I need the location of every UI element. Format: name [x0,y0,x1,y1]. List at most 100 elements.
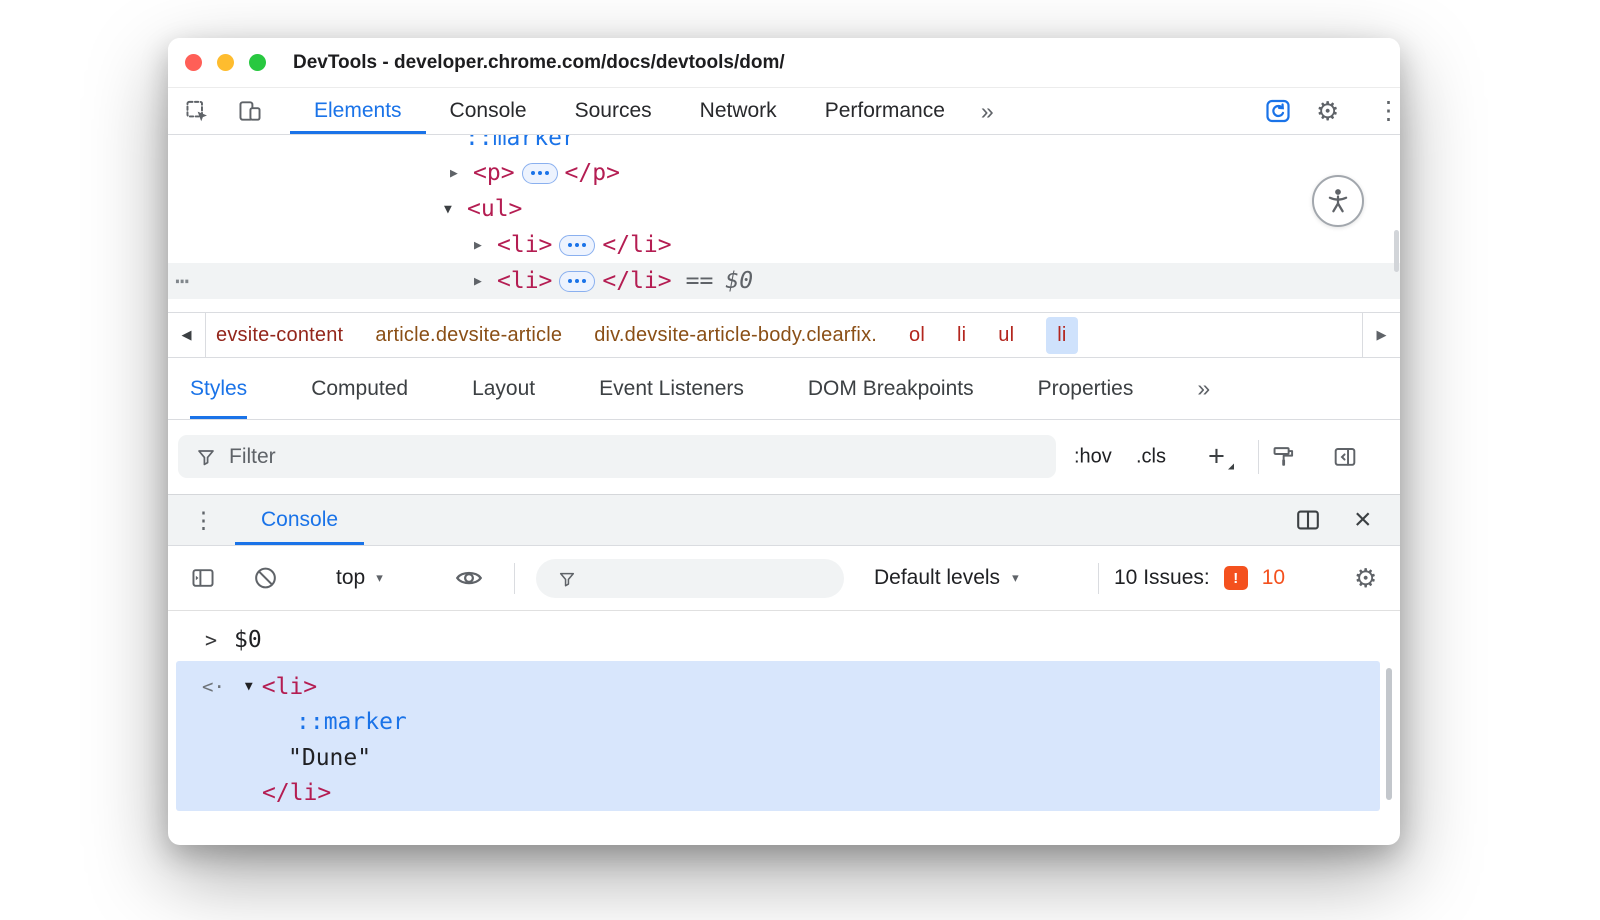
expand-arrow-icon[interactable]: ▶ [450,166,465,181]
issue-warning-icon: ! [1224,566,1248,590]
devtools-window: DevTools - developer.chrome.com/docs/dev… [168,38,1400,845]
issues-label: 10 Issues: [1114,566,1210,590]
dom-node-li[interactable]: ▶ <li> </li> [168,227,1400,263]
execution-context-selector[interactable]: top ▾ [336,566,383,590]
breadcrumb-scroll-left-button[interactable]: ◀ [168,313,206,357]
drawer-tab-console[interactable]: Console [235,495,364,545]
open-tag: <p> [473,160,515,186]
console-command-line[interactable]: > $0 [168,623,1400,657]
window-title: DevTools - developer.chrome.com/docs/dev… [293,52,785,74]
console-output: > $0 <· ▼ <li> ::marker "Dune" </li> [168,611,1400,845]
rendering-brush-icon[interactable] [1270,444,1296,470]
breadcrumb-bar: ◀ evsite-content article.devsite-article… [168,312,1400,358]
divider [1098,563,1099,594]
expand-arrow-icon[interactable]: ▶ [474,238,489,253]
console-filter-field[interactable] [536,559,844,598]
toggle-element-state-button[interactable]: :hov [1074,446,1112,469]
device-toolbar-icon[interactable] [236,97,264,125]
panel-tabs: Elements Console Sources Network Perform… [290,88,969,134]
console-sidebar-icon[interactable] [190,565,216,591]
close-tag: </li> [602,232,671,258]
tab-styles[interactable]: Styles [190,358,247,419]
breadcrumb-item[interactable]: article.devsite-article [375,324,562,347]
new-style-rule-button[interactable]: + [1208,441,1225,474]
result-line: </li> [176,776,1380,812]
inspect-element-icon[interactable] [183,97,211,125]
open-tag: <li> [497,232,552,258]
collapse-arrow-icon[interactable]: ▼ [245,679,253,694]
log-levels-selector[interactable]: Default levels ▾ [874,566,1019,590]
return-value-icon: <· [202,676,225,698]
kebab-menu-icon[interactable]: ⋮ [1376,99,1400,124]
close-drawer-icon[interactable]: × [1354,505,1372,535]
breadcrumb-item-selected[interactable]: li [1046,317,1077,354]
tab-computed[interactable]: Computed [311,358,408,419]
open-tag: <li> [497,268,552,294]
chevron-down-icon: ▾ [376,570,383,586]
breadcrumb-item[interactable]: ol [909,324,925,347]
element-classes-button[interactable]: .cls [1136,446,1166,469]
collapse-arrow-icon[interactable]: ▼ [444,202,459,217]
window-controls [168,54,266,71]
titlebar: DevTools - developer.chrome.com/docs/dev… [168,38,1400,88]
breadcrumb-item[interactable]: ul [998,324,1014,347]
styles-filter-input[interactable] [229,445,529,469]
tab-properties[interactable]: Properties [1038,358,1134,419]
clear-console-icon[interactable] [252,565,279,592]
console-scrollbar[interactable] [1386,668,1392,800]
expand-arrow-icon[interactable]: ▶ [474,274,489,289]
live-expression-eye-icon[interactable] [454,563,484,593]
dom-node-p[interactable]: ▶ <p> </p> [168,155,1400,191]
issues-counter[interactable]: 10 Issues: ! 10 [1114,566,1285,590]
dom-node-ul[interactable]: ▼ <ul> [168,191,1400,227]
dom-node-li-selected[interactable]: ⋯ ▶ <li> </li> == $0 [168,263,1400,299]
elements-scrollbar[interactable] [1394,230,1399,272]
inline-expand-button[interactable] [522,163,558,184]
inline-expand-button[interactable] [559,235,595,256]
devtools-toolbar: Elements Console Sources Network Perform… [168,88,1400,135]
toggle-sidebar-icon[interactable] [1332,444,1358,470]
chevron-down-icon: ▾ [1012,570,1019,586]
tab-console[interactable]: Console [426,88,551,134]
more-panels-button[interactable]: » [981,98,994,125]
console-drawer-header: ⋮ Console × [168,494,1400,546]
dom-node-marker-pseudo[interactable]: ::marker [168,135,1400,156]
tab-dom-breakpoints[interactable]: DOM Breakpoints [808,358,974,419]
settings-gear-icon[interactable]: ⚙ [1316,98,1339,124]
console-settings-gear-icon[interactable]: ⚙ [1354,565,1377,591]
minimize-window-button[interactable] [217,54,234,71]
styles-filter-field[interactable] [178,435,1056,478]
tab-event-listeners[interactable]: Event Listeners [599,358,744,419]
accessibility-person-icon[interactable] [1312,175,1364,227]
result-line: "Dune" [176,740,1380,776]
breadcrumb-scroll-right-button[interactable]: ▶ [1362,313,1400,357]
tab-performance[interactable]: Performance [801,88,969,134]
split-panel-icon[interactable] [1294,506,1322,534]
result-line: <· ▼ <li> [176,669,1380,705]
close-tag: </p> [565,160,620,186]
pseudo-element-label: ::marker [465,135,576,151]
tab-elements[interactable]: Elements [290,88,426,134]
filter-funnel-icon [558,570,576,588]
divider [514,563,515,594]
tab-sources[interactable]: Sources [551,88,676,134]
more-sidebar-tabs-button[interactable]: » [1197,375,1210,402]
close-window-button[interactable] [185,54,202,71]
breadcrumb-item[interactable]: li [957,324,966,347]
tab-network[interactable]: Network [676,88,801,134]
breadcrumb-item[interactable]: div.devsite-article-body.clearfix. [594,324,877,347]
refresh-device-icon[interactable] [1264,97,1292,125]
drawer-kebab-menu-icon[interactable]: ⋮ [192,509,215,532]
styles-filter-bar: :hov .cls + [168,420,1400,494]
console-filter-input[interactable] [588,567,808,590]
breadcrumb-item[interactable]: evsite-content [216,324,343,347]
maximize-window-button[interactable] [249,54,266,71]
text-node-value: "Dune" [288,745,371,771]
close-tag: </li> [262,780,331,806]
issues-count: 10 [1262,566,1285,590]
tab-layout[interactable]: Layout [472,358,535,419]
levels-label: Default levels [874,566,1000,590]
inline-expand-button[interactable] [559,271,595,292]
dollar-zero-reference: $0 [725,268,753,294]
dom-tree-panel: ::marker ▶ <p> </p> ▼ <ul> ▶ <li> </li> … [168,135,1400,312]
